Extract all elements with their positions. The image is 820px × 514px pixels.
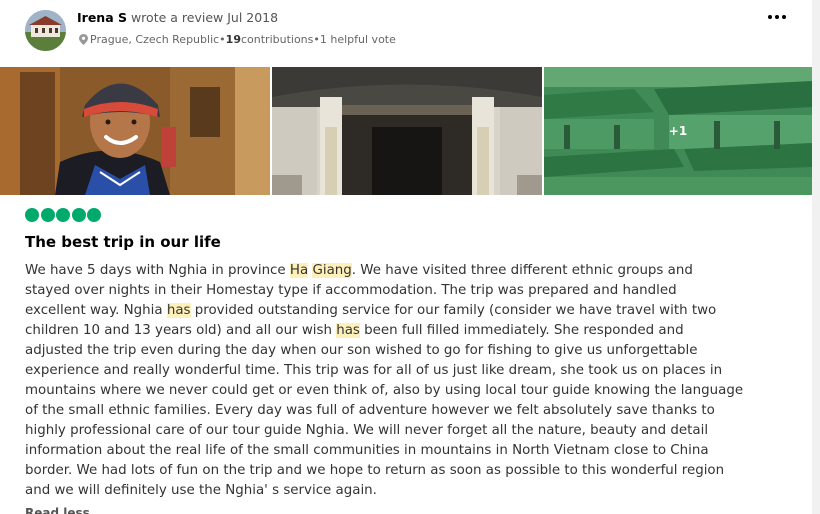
- read-less-link[interactable]: Read less: [25, 506, 90, 514]
- more-photos-count: +1: [668, 124, 688, 138]
- review-card: Irena S wrote a review Jul 2018 Prague, …: [0, 0, 812, 514]
- review-photos: +1: [0, 67, 812, 195]
- rating-bubble-icon: [40, 208, 55, 222]
- review-text-line: stayed over nights in their Homestay typ…: [25, 283, 677, 298]
- contributions-label: contributions: [240, 33, 314, 46]
- helpful-votes: 1 helpful vote: [319, 33, 396, 46]
- more-dot: [782, 15, 786, 19]
- highlighted-term: Ha: [289, 263, 309, 278]
- rating-bubble-icon: [25, 208, 39, 222]
- review-action-text: wrote a review: [126, 10, 228, 25]
- rating-bubbles: [25, 208, 103, 222]
- reviewer-avatar[interactable]: [25, 10, 66, 51]
- review-text-line: border. We had lots of fun on the trip a…: [25, 463, 725, 478]
- more-dot: [775, 15, 779, 19]
- review-photo-portrait[interactable]: [0, 67, 270, 195]
- review-text-line: highly professional care of our tour gui…: [25, 423, 709, 438]
- review-text-line: excellent way. Nghia has provided outsta…: [25, 303, 717, 318]
- review-photo-more[interactable]: +1: [544, 67, 812, 195]
- review-text-line: mountains where we never could get or ev…: [25, 383, 744, 398]
- review-text-line: adjusted the trip even during the day wh…: [25, 343, 698, 358]
- review-title[interactable]: The best trip in our life: [25, 233, 221, 251]
- rating-bubble-icon: [87, 208, 101, 222]
- highlighted-term: Giang: [312, 263, 352, 278]
- review-body: We have 5 days with Nghia in province Ha…: [25, 261, 805, 501]
- more-dot: [768, 15, 772, 19]
- review-photo-gate[interactable]: [272, 67, 542, 195]
- review-text-line: We have 5 days with Nghia in province Ha…: [25, 263, 693, 278]
- more-options-button[interactable]: [765, 7, 789, 27]
- location-pin-icon: [79, 34, 88, 45]
- rating-bubble-icon: [71, 208, 86, 222]
- rating-bubble-icon: [56, 208, 70, 222]
- review-text-line: experience and really wonderful time. Th…: [25, 363, 723, 378]
- review-text-line: information about the real life of the s…: [25, 443, 709, 458]
- reviewer-location: Prague, Czech Republic: [90, 33, 220, 46]
- review-text-line: and we will definitely use the Nghia' s …: [25, 483, 377, 498]
- review-text-line: children 10 and 13 years old) and all ou…: [25, 323, 684, 338]
- contributions-count: 19: [225, 33, 241, 46]
- highlighted-term: has: [166, 303, 191, 318]
- reviewer-name[interactable]: Irena S: [77, 10, 127, 25]
- reviewer-line: Irena S wrote a review Jul 2018: [77, 10, 278, 25]
- scrollbar[interactable]: [812, 0, 820, 514]
- reviewer-meta: Prague, Czech Republic • 19 contribution…: [79, 33, 396, 46]
- review-date: Jul 2018: [227, 10, 279, 25]
- highlighted-term: has: [336, 323, 360, 338]
- review-text-line: of the small ethnic families. Every day …: [25, 403, 715, 418]
